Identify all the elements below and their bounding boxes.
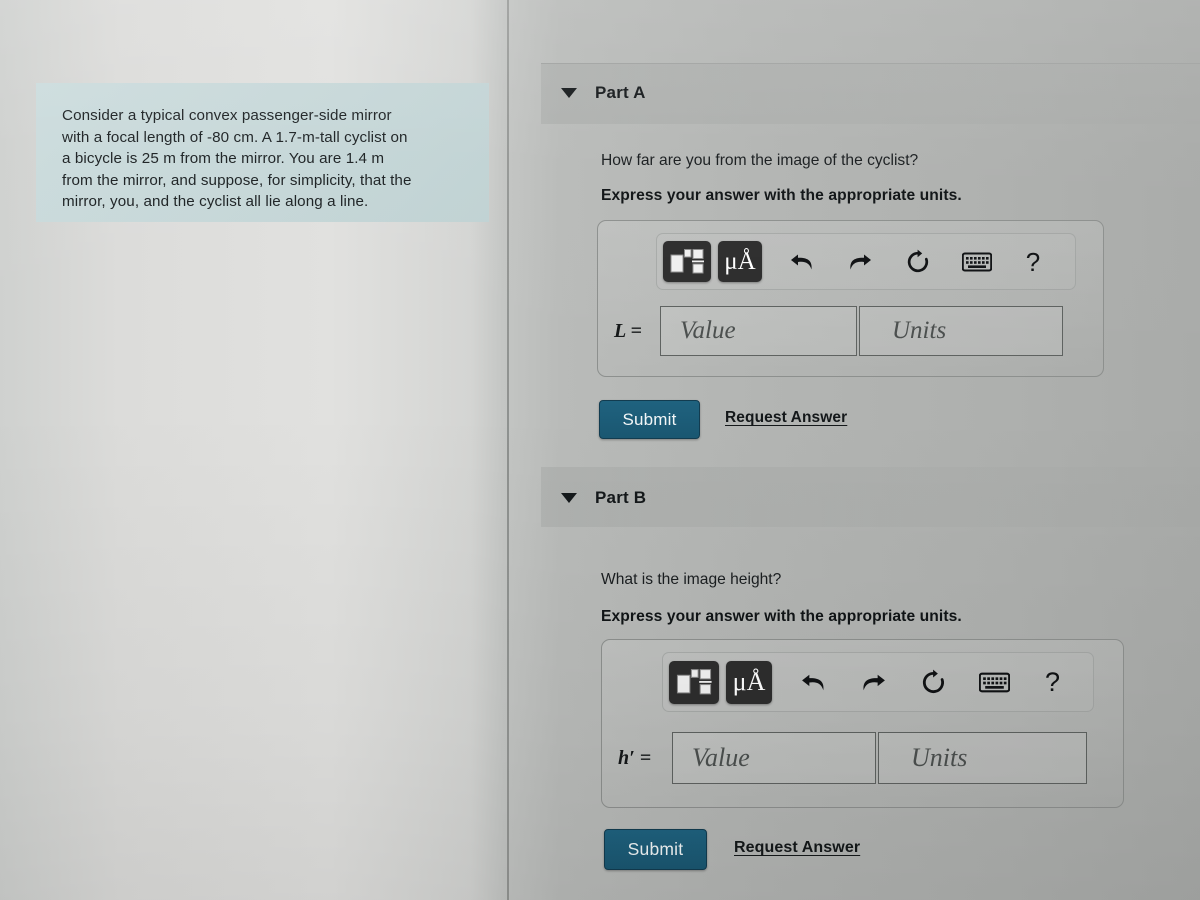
units-mu-angstrom-icon[interactable]: μÅ [726,660,772,704]
part-a-variable-label: L = [614,319,642,342]
redo-icon[interactable] [857,666,890,699]
part-a-request-answer-link[interactable]: Request Answer [725,409,847,427]
undo-icon[interactable] [786,246,818,278]
part-b-value-input[interactable]: Value [672,732,876,784]
keyboard-icon[interactable] [960,246,994,278]
undo-icon[interactable] [797,666,830,699]
part-a-header[interactable]: Part A [561,83,646,103]
part-b-variable-label: h′ = [618,746,652,769]
part-a-title: Part A [595,83,646,102]
part-a-value-input[interactable]: Value [660,306,857,356]
help-question-label: ? [1025,246,1041,277]
part-b-field-row: h′ = Value Units [618,732,1087,784]
part-a-submit-button[interactable]: Submit [599,400,700,439]
pane-divider [507,0,509,900]
help-question-icon[interactable]: ? [1020,246,1046,278]
reset-icon[interactable] [917,666,950,699]
part-b-title: Part B [595,488,647,507]
part-b-units-placeholder: Units [911,743,968,772]
part-b-answer-box: μÅ ? h′ = Value Units [601,639,1124,808]
part-b-units-input[interactable]: Units [878,732,1087,784]
part-b-caret-down-icon[interactable] [561,493,577,503]
part-b-header[interactable]: Part B [561,488,646,508]
screenshot-root: Consider a typical convex passenger-side… [0,0,1200,900]
problem-statement-pane: Consider a typical convex passenger-side… [0,0,507,900]
units-mu-angstrom-label: μÅ [724,248,756,275]
units-mu-angstrom-icon[interactable]: μÅ [718,241,762,282]
part-b-express-instruction: Express your answer with the appropriate… [601,608,962,625]
part-a-value-placeholder: Value [680,317,736,344]
part-a-answer-box: μÅ ? L = Value Units [597,220,1104,377]
reset-icon[interactable] [902,246,934,278]
part-b-request-answer-link[interactable]: Request Answer [734,839,860,857]
part-a-field-row: L = Value Units [614,306,1063,356]
problem-statement-box: Consider a typical convex passenger-side… [36,83,489,222]
part-a-caret-down-icon[interactable] [561,88,577,98]
part-b-value-placeholder: Value [692,743,750,772]
units-mu-angstrom-label: μÅ [732,667,766,696]
part-a-question-text: How far are you from the image of the cy… [601,152,919,169]
part-a-express-instruction: Express your answer with the appropriate… [601,187,962,204]
part-b-answer-toolbar: μÅ ? [662,652,1094,712]
problem-statement-text: Consider a typical convex passenger-side… [62,107,412,210]
answer-pane: Part A How far are you from the image of… [509,0,1200,900]
keyboard-icon[interactable] [977,666,1012,699]
part-b-question-text: What is the image height? [601,571,782,588]
part-a-units-placeholder: Units [892,317,947,344]
help-question-icon[interactable]: ? [1039,666,1066,699]
help-question-label: ? [1044,666,1061,697]
part-a-answer-toolbar: μÅ ? [656,233,1076,290]
part-b-submit-button[interactable]: Submit [604,829,707,870]
part-a-units-input[interactable]: Units [859,306,1063,356]
redo-icon[interactable] [844,246,876,278]
math-template-icon[interactable] [663,241,711,282]
math-template-icon[interactable] [669,660,719,704]
